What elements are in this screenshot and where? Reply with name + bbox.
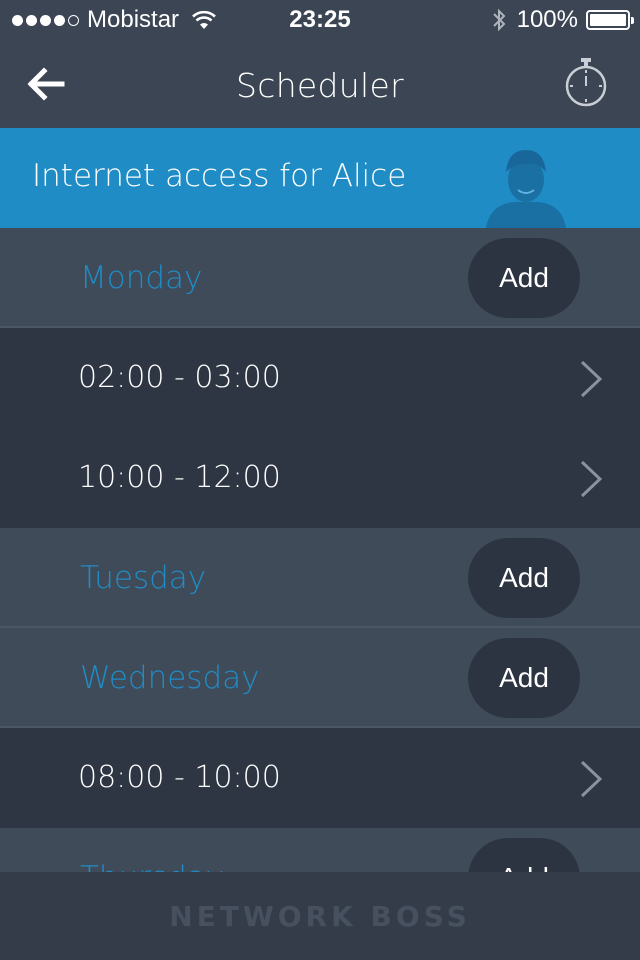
schedule-list: Monday Add 02:00 - 03:00 10:00 - 12:00 T… xyxy=(0,228,640,872)
chevron-right-icon xyxy=(580,760,602,798)
battery-percentage: 100% xyxy=(516,6,578,33)
navigation-bar: Scheduler xyxy=(0,40,640,128)
add-slot-button[interactable]: Add xyxy=(468,538,580,618)
day-row-thursday: Thursday Add xyxy=(0,828,640,872)
time-slot-label: 02:00 - 03:00 xyxy=(78,360,281,395)
day-label: Monday xyxy=(80,260,203,296)
bluetooth-icon xyxy=(492,8,506,32)
day-row-tuesday: Tuesday Add xyxy=(0,528,640,628)
banner-title: Internet access for Alice xyxy=(32,158,407,194)
footer-bar: NETWORK BOSS xyxy=(0,872,640,960)
time-slot-label: 10:00 - 12:00 xyxy=(78,460,281,495)
user-avatar-icon xyxy=(486,150,566,228)
time-slot-row[interactable]: 02:00 - 03:00 xyxy=(0,328,640,428)
chevron-right-icon xyxy=(580,360,602,398)
page-title: Scheduler xyxy=(236,66,404,105)
day-label: Thursday xyxy=(80,860,224,872)
time-slot-row[interactable]: 08:00 - 10:00 xyxy=(0,728,640,828)
add-slot-button[interactable]: Add xyxy=(468,638,580,718)
time-slot-label: 08:00 - 10:00 xyxy=(78,760,281,795)
brand-logo: NETWORK BOSS xyxy=(169,899,471,933)
day-row-wednesday: Wednesday Add xyxy=(0,628,640,728)
day-row-monday: Monday Add xyxy=(0,228,640,328)
day-label: Tuesday xyxy=(80,560,207,596)
status-bar: Mobistar 23:25 100% xyxy=(0,0,640,40)
chevron-right-icon xyxy=(580,460,602,498)
day-label: Wednesday xyxy=(80,660,260,696)
battery-icon xyxy=(586,10,634,30)
user-banner: Internet access for Alice xyxy=(0,128,640,228)
add-slot-button[interactable]: Add xyxy=(468,838,580,872)
stopwatch-icon[interactable] xyxy=(562,56,610,108)
time-slot-row[interactable]: 10:00 - 12:00 xyxy=(0,428,640,528)
add-slot-button[interactable]: Add xyxy=(468,238,580,318)
